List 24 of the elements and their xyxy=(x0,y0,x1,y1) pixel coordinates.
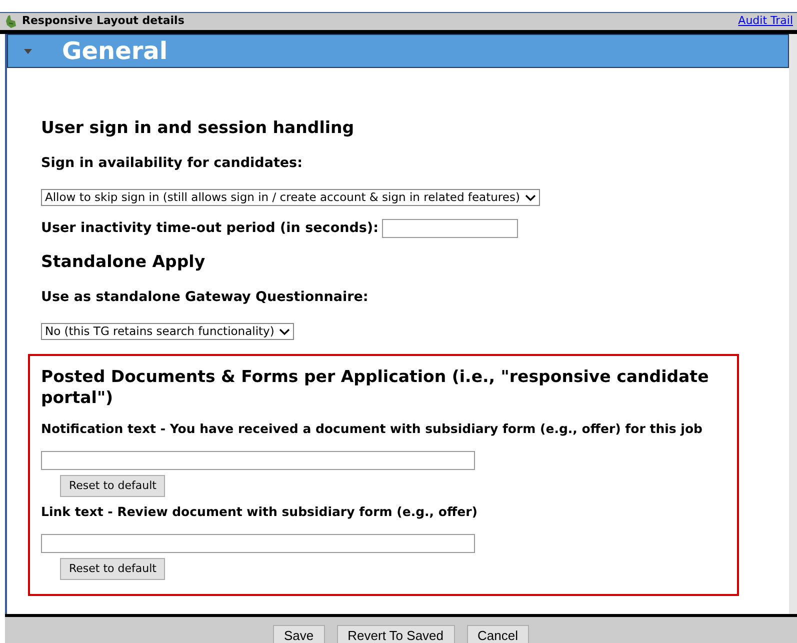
section-title: General xyxy=(62,36,168,67)
dropdown[interactable]: Allow to skip sign in (still allows sign in / create account & sign in related features) xyxy=(41,189,540,206)
field-label: Link text - Review document with subsidiary form (e.g., offer) xyxy=(41,503,478,521)
reset-button[interactable]: Reset to default xyxy=(60,475,166,497)
text-field[interactable] xyxy=(382,218,518,238)
text-field[interactable] xyxy=(41,451,475,470)
chevron-down-icon xyxy=(524,194,536,202)
footer-button[interactable]: Save xyxy=(273,625,325,643)
footer-button[interactable]: Revert To Saved xyxy=(336,625,455,643)
field-label: Use as standalone Gateway Questionnaire: xyxy=(41,288,370,307)
group-heading: Posted Documents & Forms per Application (i.e., "responsive candidate portal") xyxy=(41,366,710,408)
group-heading: User sign in and session handling xyxy=(41,117,356,139)
chevron-down-icon xyxy=(279,328,290,336)
field-label: User inactivity time-out period (in seconds): xyxy=(41,219,378,238)
group-heading: Standalone Apply xyxy=(41,251,206,274)
window-title: Responsive Layout details xyxy=(22,13,186,30)
audit-trail-link[interactable]: Audit Trail xyxy=(738,13,793,30)
dropdown[interactable]: No (this TG retains search functionality) xyxy=(41,323,294,340)
text-field[interactable] xyxy=(41,534,475,553)
reset-button[interactable]: Reset to default xyxy=(60,558,166,580)
field-label: Sign in availability for candidates: xyxy=(41,154,304,173)
hand-icon xyxy=(4,14,18,29)
field-label: Notification text - You have received a document with subsidiary form (e.g., offer) for this job xyxy=(41,420,704,438)
footer-button[interactable]: Cancel xyxy=(466,625,529,643)
